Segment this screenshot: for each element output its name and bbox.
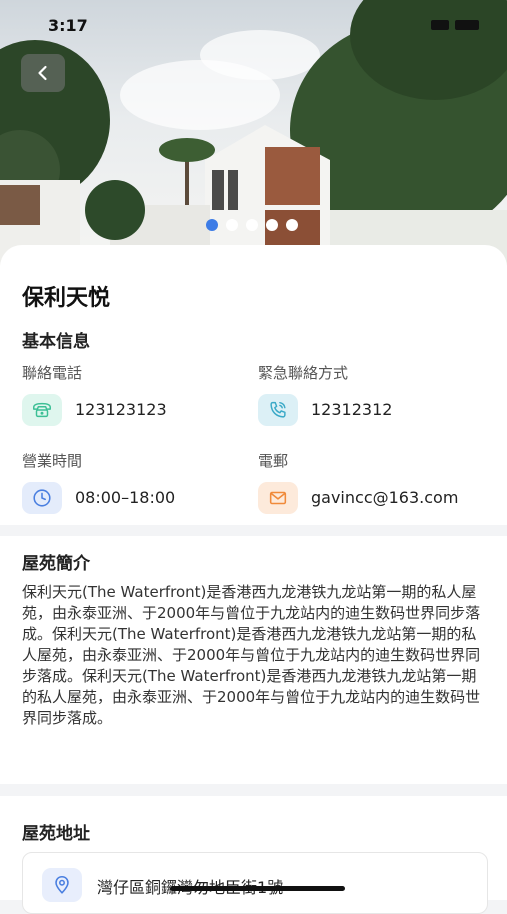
hours-icon-box bbox=[22, 482, 62, 514]
business-hours-value: 08:00–18:00 bbox=[75, 488, 176, 507]
carousel-dot[interactable] bbox=[246, 219, 258, 231]
basic-info-title: 基本信息 bbox=[22, 332, 90, 352]
emergency-contact-label: 緊急聯絡方式 bbox=[258, 364, 349, 382]
status-bar-time: 3:17 bbox=[48, 16, 88, 35]
carousel-indicator bbox=[206, 219, 298, 231]
back-button[interactable] bbox=[21, 54, 65, 92]
phone-label: 聯絡電話 bbox=[22, 364, 83, 382]
emergency-phone-icon bbox=[270, 401, 286, 418]
cloud-decoration bbox=[200, 30, 320, 80]
battery-icon bbox=[455, 20, 479, 30]
email-label: 電郵 bbox=[258, 452, 289, 470]
clock-icon bbox=[33, 489, 51, 507]
address-title: 屋苑地址 bbox=[22, 824, 90, 844]
intro-title: 屋苑簡介 bbox=[22, 554, 90, 574]
email-value[interactable]: gavincc@163.com bbox=[311, 488, 458, 507]
emergency-icon-box[interactable] bbox=[258, 394, 298, 426]
location-pin-icon bbox=[55, 875, 69, 894]
carousel-dot[interactable] bbox=[286, 219, 298, 231]
home-indicator[interactable] bbox=[170, 886, 345, 891]
telephone-icon bbox=[33, 402, 51, 418]
carousel-dot[interactable] bbox=[226, 219, 238, 231]
intro-text: 保利天元(The Waterfront)是香港西九龙港铁九龙站第一期的私人屋苑，… bbox=[22, 583, 481, 727]
emergency-contact-value[interactable]: 12312312 bbox=[311, 400, 392, 419]
house-illustration bbox=[0, 125, 507, 265]
phone-value[interactable]: 123123123 bbox=[75, 400, 167, 419]
email-icon-box[interactable] bbox=[258, 482, 298, 514]
chevron-left-icon bbox=[38, 65, 47, 81]
status-bar-icons bbox=[431, 20, 479, 30]
business-hours-label: 營業時間 bbox=[22, 452, 83, 470]
property-name: 保利天悦 bbox=[22, 286, 111, 311]
address-icon-box bbox=[42, 868, 82, 902]
carousel-dot[interactable] bbox=[266, 219, 278, 231]
phone-icon-box[interactable] bbox=[22, 394, 62, 426]
hero-image-carousel[interactable]: 3:17 bbox=[0, 0, 507, 265]
mail-icon bbox=[269, 491, 287, 505]
signal-icon bbox=[431, 20, 449, 30]
carousel-dot[interactable] bbox=[206, 219, 218, 231]
